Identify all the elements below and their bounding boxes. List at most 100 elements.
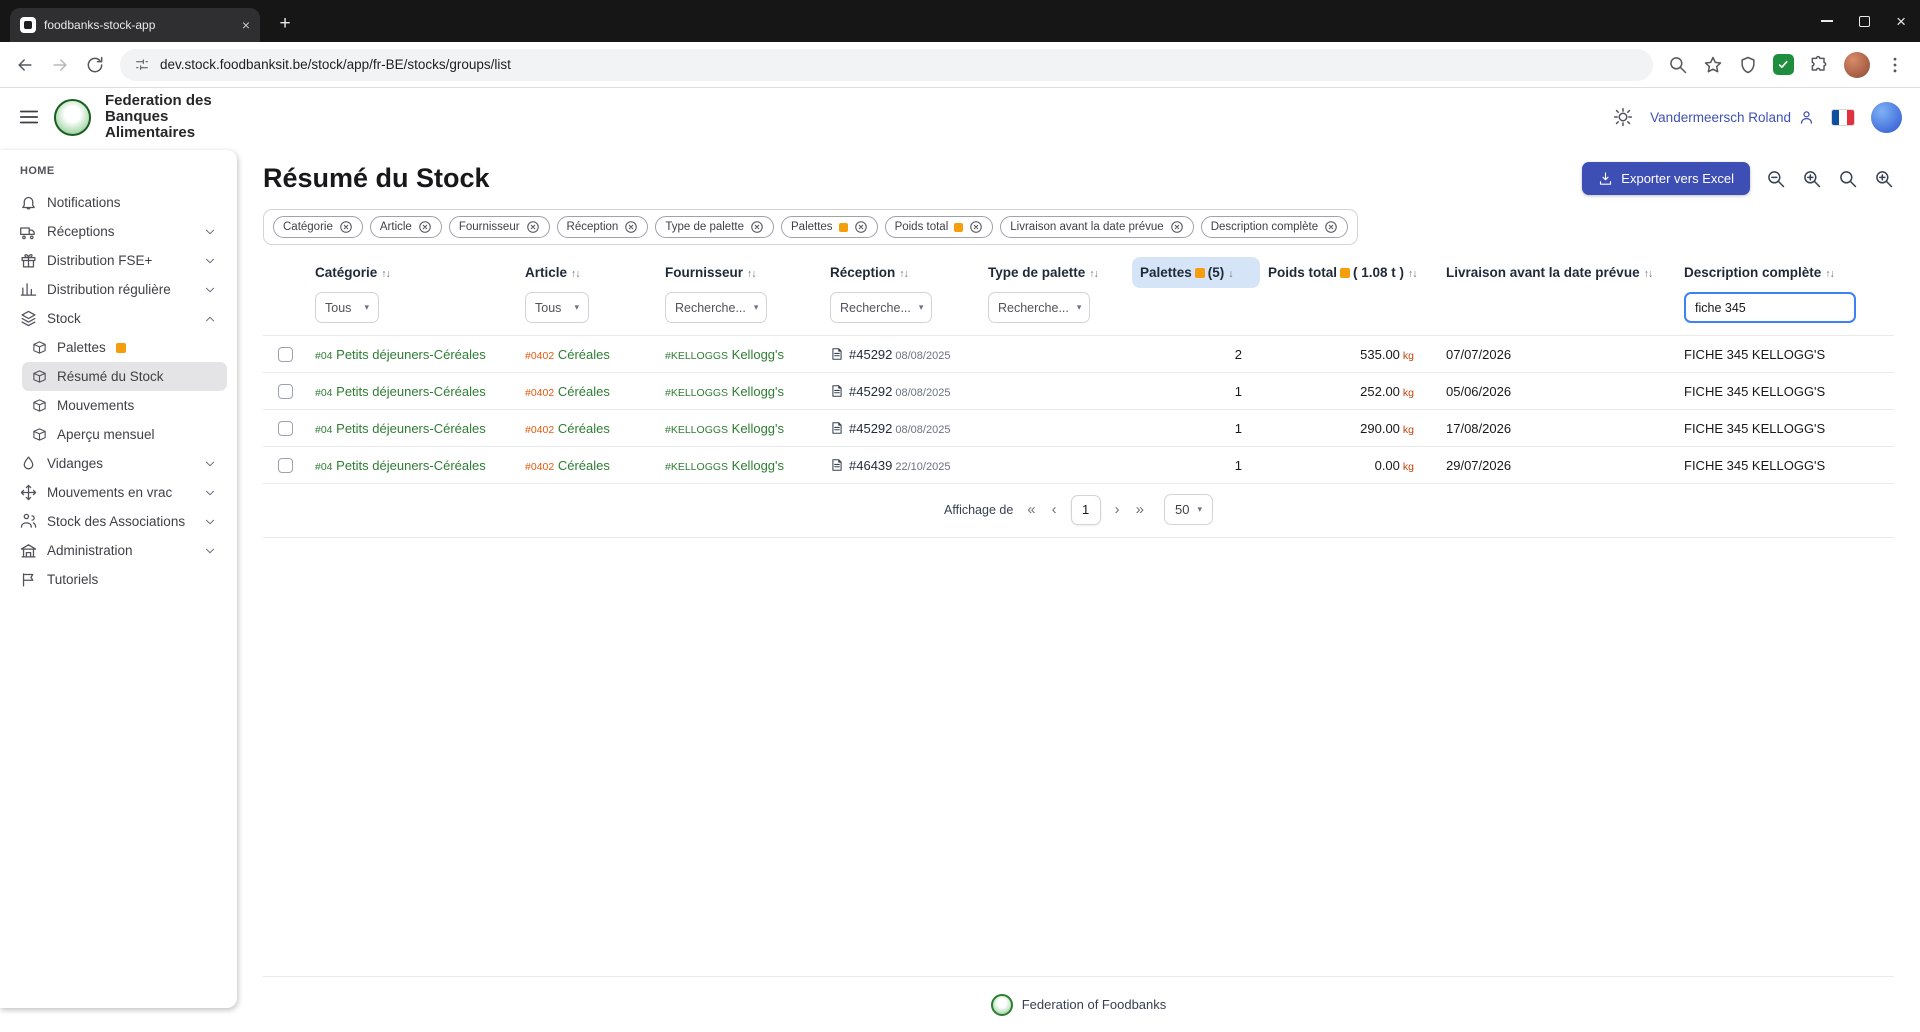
browser-tab[interactable]: foodbanks-stock-app × — [10, 8, 260, 42]
sidebar-item-mouvements-en-vrac[interactable]: Mouvements en vrac — [10, 478, 227, 507]
sidebar-item-tutoriels[interactable]: Tutoriels — [10, 565, 227, 594]
remove-filter-icon[interactable] — [339, 220, 353, 234]
category-filter-select[interactable]: Tous▾ — [315, 292, 379, 323]
site-info-icon[interactable] — [134, 57, 150, 73]
table-body: #04 Petits déjeuners-Céréales #0402 Céré… — [263, 336, 1894, 484]
search-lens-icon[interactable] — [1668, 55, 1688, 75]
pagination-next-button[interactable]: › — [1113, 501, 1122, 518]
table-row[interactable]: #04 Petits déjeuners-Céréales #0402 Céré… — [263, 410, 1894, 447]
filter-chip-article[interactable]: Article — [370, 216, 442, 238]
sidebar-item-label: Mouvements — [57, 398, 134, 413]
org-name: Federation des Banques Alimentaires — [105, 93, 239, 142]
user-avatar[interactable] — [1871, 102, 1902, 133]
url-bar[interactable]: dev.stock.foodbanksit.be/stock/app/fr-BE… — [120, 49, 1653, 81]
sort-icon: ↑↓ — [1408, 268, 1417, 280]
search-icon[interactable] — [1838, 169, 1858, 189]
sort-icon: ↑↓ — [1089, 268, 1098, 280]
org-logo[interactable] — [54, 99, 91, 136]
sidebar-item-distribution-fse[interactable]: Distribution FSE+ — [10, 246, 227, 275]
chevron-icon — [203, 486, 217, 500]
reception-filter-select[interactable]: Recherche...▾ — [830, 292, 932, 323]
description-filter-input[interactable] — [1684, 292, 1856, 323]
column-header-palettes[interactable]: Palettes(5)↓ — [1132, 257, 1260, 288]
export-excel-button[interactable]: Exporter vers Excel — [1582, 162, 1750, 195]
zoom-reset-icon[interactable] — [1874, 169, 1894, 189]
filter-chip-reception[interactable]: Réception — [557, 216, 649, 238]
remove-filter-icon[interactable] — [418, 220, 432, 234]
window-maximize-button[interactable] — [1859, 16, 1870, 27]
reload-button[interactable] — [85, 55, 105, 75]
zoom-out-icon[interactable] — [1766, 169, 1786, 189]
sidebar-item-administration[interactable]: Administration — [10, 536, 227, 565]
tab-favicon-icon — [20, 17, 36, 33]
sidebar-item-vidanges[interactable]: Vidanges — [10, 449, 227, 478]
sidebar-item-resume-du-stock[interactable]: Résumé du Stock — [22, 362, 227, 391]
remove-filter-icon[interactable] — [969, 220, 983, 234]
sidebar-item-apercu-mensuel[interactable]: Aperçu mensuel — [22, 420, 227, 449]
page-size-select[interactable]: 50▾ — [1164, 494, 1213, 525]
shield-extension-icon[interactable] — [1738, 55, 1758, 75]
check-extension-icon[interactable] — [1773, 54, 1794, 75]
column-header-livraison-avant-la-date-prevue[interactable]: Livraison avant la date prévue↑↓ — [1438, 257, 1676, 288]
pagination-first-button[interactable]: « — [1025, 501, 1037, 518]
window-minimize-button[interactable] — [1821, 20, 1833, 22]
sidebar-item-mouvements[interactable]: Mouvements — [22, 391, 227, 420]
column-header-reception[interactable]: Réception↑↓ — [822, 257, 980, 288]
table-row[interactable]: #04 Petits déjeuners-Céréales #0402 Céré… — [263, 336, 1894, 373]
remove-filter-icon[interactable] — [750, 220, 764, 234]
column-header-fournisseur[interactable]: Fournisseur↑↓ — [657, 257, 822, 288]
user-menu[interactable]: Vandermeersch Roland — [1650, 109, 1815, 126]
sidebar-item-distribution-reguliere[interactable]: Distribution régulière — [10, 275, 227, 304]
filter-chip-poids-total[interactable]: Poids total — [885, 216, 994, 238]
table-row[interactable]: #04 Petits déjeuners-Céréales #0402 Céré… — [263, 447, 1894, 484]
table-row[interactable]: #04 Petits déjeuners-Céréales #0402 Céré… — [263, 373, 1894, 410]
remove-filter-icon[interactable] — [624, 220, 638, 234]
row-checkbox[interactable] — [278, 421, 293, 436]
remove-filter-icon[interactable] — [1324, 220, 1338, 234]
column-header-type-de-palette[interactable]: Type de palette↑↓ — [980, 257, 1132, 288]
pagination-last-button[interactable]: » — [1134, 501, 1146, 518]
remove-filter-icon[interactable] — [1170, 220, 1184, 234]
language-flag-fr[interactable] — [1832, 110, 1854, 125]
pagination-prev-button[interactable]: ‹ — [1050, 501, 1059, 518]
row-checkbox[interactable] — [278, 384, 293, 399]
window-close-button[interactable]: × — [1896, 13, 1906, 30]
hamburger-menu-icon[interactable] — [18, 106, 40, 128]
row-checkbox[interactable] — [278, 458, 293, 473]
tab-title: foodbanks-stock-app — [44, 18, 234, 32]
sidebar-item-palettes[interactable]: Palettes — [22, 333, 227, 362]
extensions-puzzle-icon[interactable] — [1809, 55, 1829, 75]
filter-chip-palettes[interactable]: Palettes — [781, 216, 878, 238]
remove-filter-icon[interactable] — [854, 220, 868, 234]
filter-chip-categorie[interactable]: Catégorie — [273, 216, 363, 238]
browser-menu-kebab-icon[interactable] — [1885, 55, 1905, 75]
sidebar-item-receptions[interactable]: Réceptions — [10, 217, 227, 246]
column-header-description-complete[interactable]: Description complète↑↓ — [1676, 257, 1894, 288]
palette-type-filter-select[interactable]: Recherche...▾ — [988, 292, 1090, 323]
column-header-categorie[interactable]: Catégorie↑↓ — [307, 257, 517, 288]
supplier-filter-select[interactable]: Recherche...▾ — [665, 292, 767, 323]
sidebar-item-stock[interactable]: Stock — [10, 304, 227, 333]
zoom-in-icon[interactable] — [1802, 169, 1822, 189]
filter-chip-description-complete[interactable]: Description complète — [1201, 216, 1348, 238]
forward-button[interactable] — [50, 55, 70, 75]
filter-chip-fournisseur[interactable]: Fournisseur — [449, 216, 550, 238]
back-button[interactable] — [15, 55, 35, 75]
column-header-poids-total[interactable]: Poids total( 1.08 t )↑↓ — [1260, 257, 1438, 288]
remove-filter-icon[interactable] — [526, 220, 540, 234]
tab-close-icon[interactable]: × — [242, 17, 250, 33]
pagination-page-1[interactable]: 1 — [1071, 495, 1101, 525]
browser-profile-avatar[interactable] — [1844, 52, 1870, 78]
sidebar-item-notifications[interactable]: Notifications — [10, 188, 227, 217]
column-header-article[interactable]: Article↑↓ — [517, 257, 657, 288]
page-title: Résumé du Stock — [263, 163, 490, 194]
sidebar-item-stock-des-associations[interactable]: Stock des Associations — [10, 507, 227, 536]
bookmark-star-icon[interactable] — [1703, 55, 1723, 75]
row-checkbox[interactable] — [278, 347, 293, 362]
theme-toggle-sun-icon[interactable] — [1613, 107, 1633, 127]
filter-chip-livraison-avant-la-date-prevue[interactable]: Livraison avant la date prévue — [1000, 216, 1193, 238]
new-tab-button[interactable]: + — [272, 11, 298, 37]
palette-badge-icon — [954, 223, 963, 232]
article-filter-select[interactable]: Tous▾ — [525, 292, 589, 323]
filter-chip-type-de-palette[interactable]: Type de palette — [655, 216, 774, 238]
